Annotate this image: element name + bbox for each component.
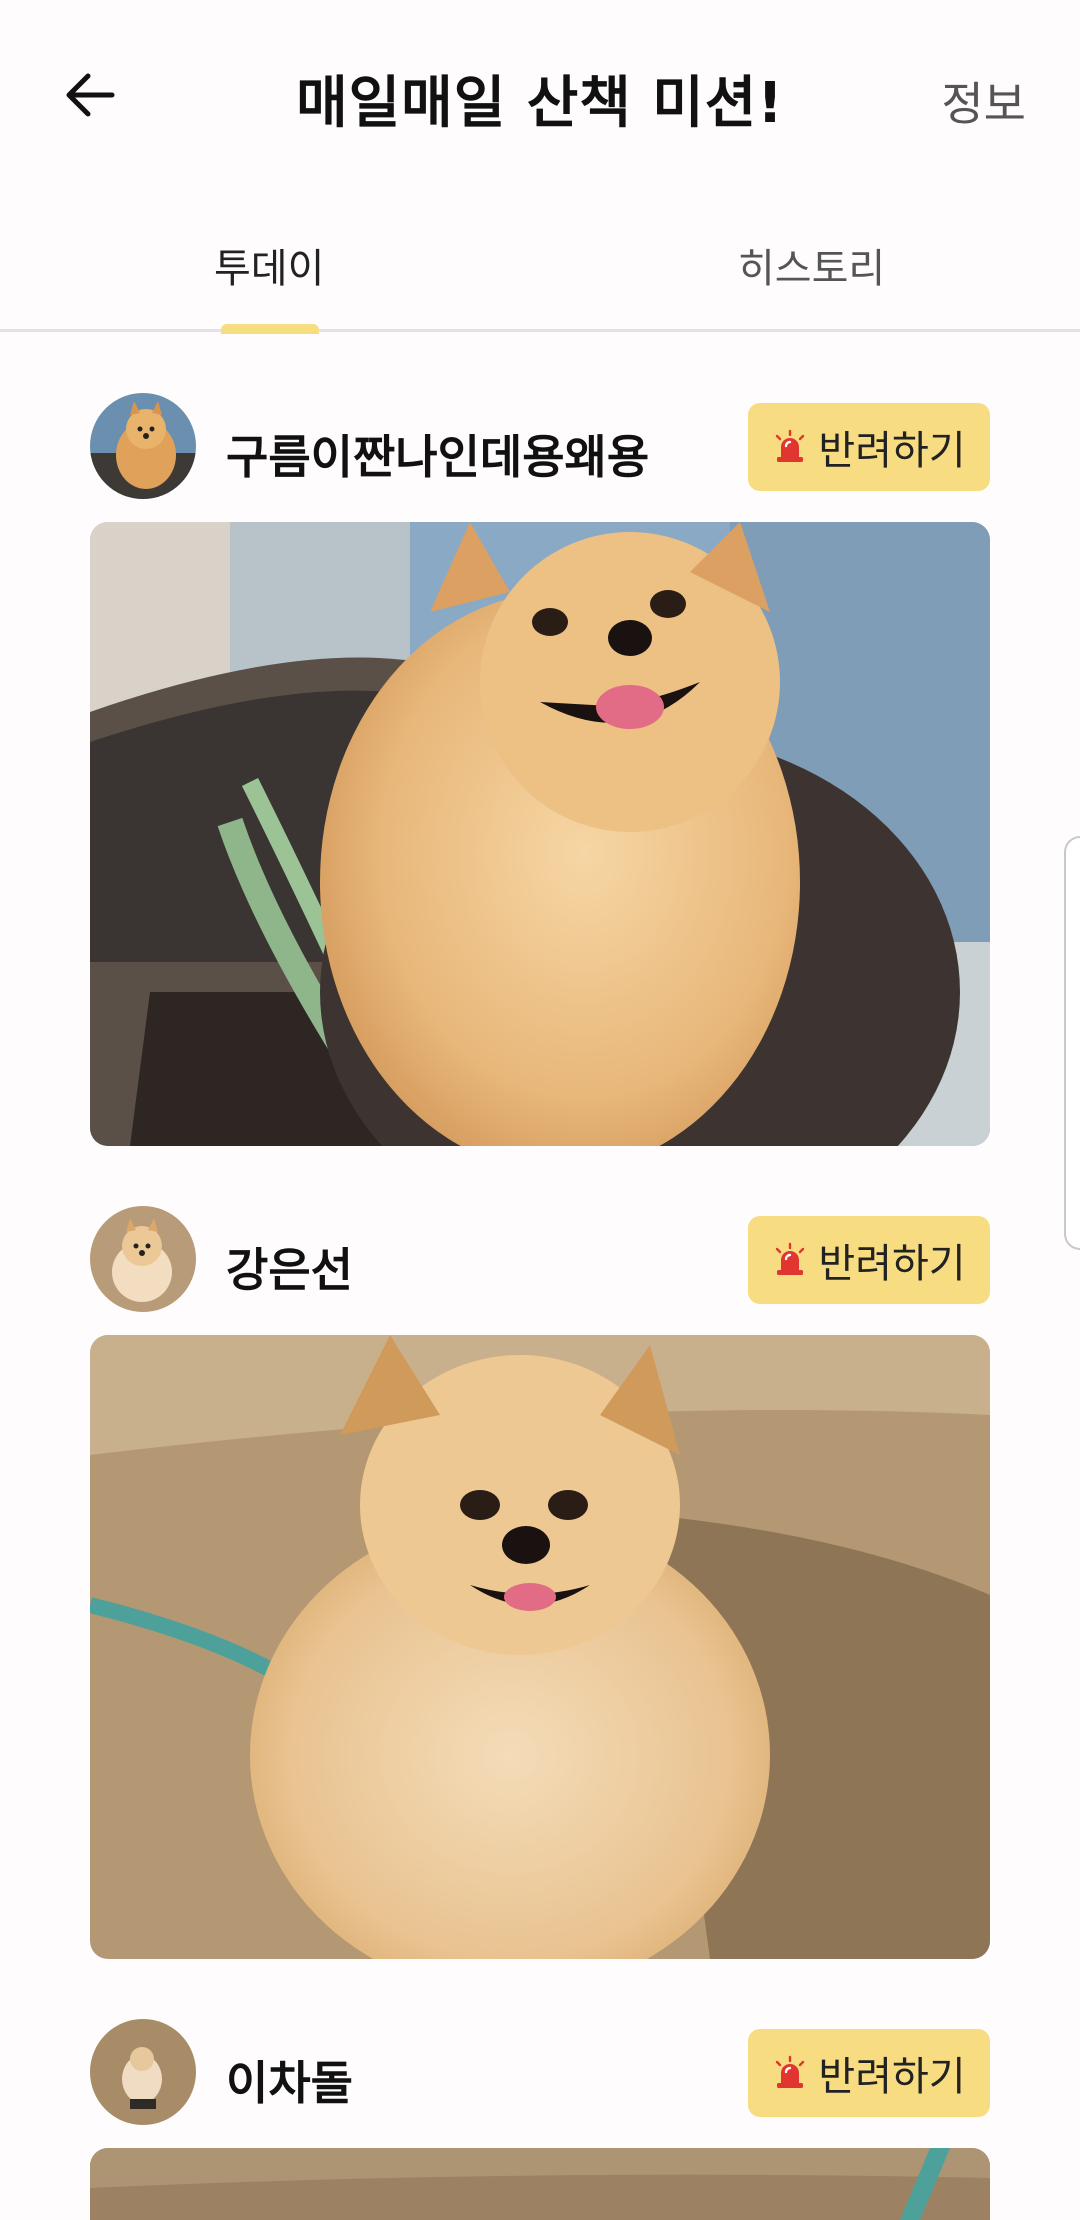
siren-icon bbox=[776, 1242, 805, 1275]
post-photo[interactable] bbox=[90, 2148, 990, 2220]
reject-button[interactable]: 반려하기 bbox=[748, 1216, 990, 1304]
app-bar: 매일매일 산책 미션! 정보 bbox=[0, 0, 1080, 190]
post-card: 이차돌 반려하기 bbox=[90, 2019, 990, 2220]
reject-button-label: 반려하기 bbox=[818, 1241, 966, 1287]
scrollbar-thumb[interactable] bbox=[1064, 836, 1080, 1250]
post-header: 이차돌 반려하기 bbox=[90, 2019, 990, 2129]
post-photo[interactable] bbox=[90, 522, 990, 1146]
username[interactable]: 강은선 bbox=[226, 1234, 353, 1300]
tab-indicator bbox=[221, 324, 319, 334]
username[interactable]: 이차돌 bbox=[226, 2047, 353, 2113]
tab-history[interactable]: 히스토리 bbox=[738, 236, 885, 294]
username[interactable]: 구름이짠나인데용왜용 bbox=[226, 421, 649, 487]
page-title: 매일매일 산책 미션! bbox=[296, 71, 784, 136]
reject-button[interactable]: 반려하기 bbox=[748, 403, 990, 491]
siren-icon bbox=[776, 429, 805, 462]
reject-button[interactable]: 반려하기 bbox=[748, 2029, 990, 2117]
post-photo[interactable] bbox=[90, 1335, 990, 1959]
info-button[interactable]: 정보 bbox=[941, 68, 1026, 134]
post-card: 구름이짠나인데용왜용 반려하기 bbox=[90, 393, 990, 1146]
reject-button-label: 반려하기 bbox=[818, 428, 966, 474]
reject-button-label: 반려하기 bbox=[818, 2054, 966, 2100]
tab-bar: 투데이 히스토리 bbox=[0, 200, 1080, 334]
post-card: 강은선 반려하기 bbox=[90, 1206, 990, 1959]
siren-icon bbox=[776, 2055, 805, 2088]
tab-today[interactable]: 투데이 bbox=[214, 236, 324, 294]
post-header: 강은선 반려하기 bbox=[90, 1206, 990, 1316]
avatar[interactable] bbox=[90, 393, 196, 499]
avatar[interactable] bbox=[90, 1206, 196, 1312]
post-header: 구름이짠나인데용왜용 반려하기 bbox=[90, 393, 990, 503]
avatar[interactable] bbox=[90, 2019, 196, 2125]
